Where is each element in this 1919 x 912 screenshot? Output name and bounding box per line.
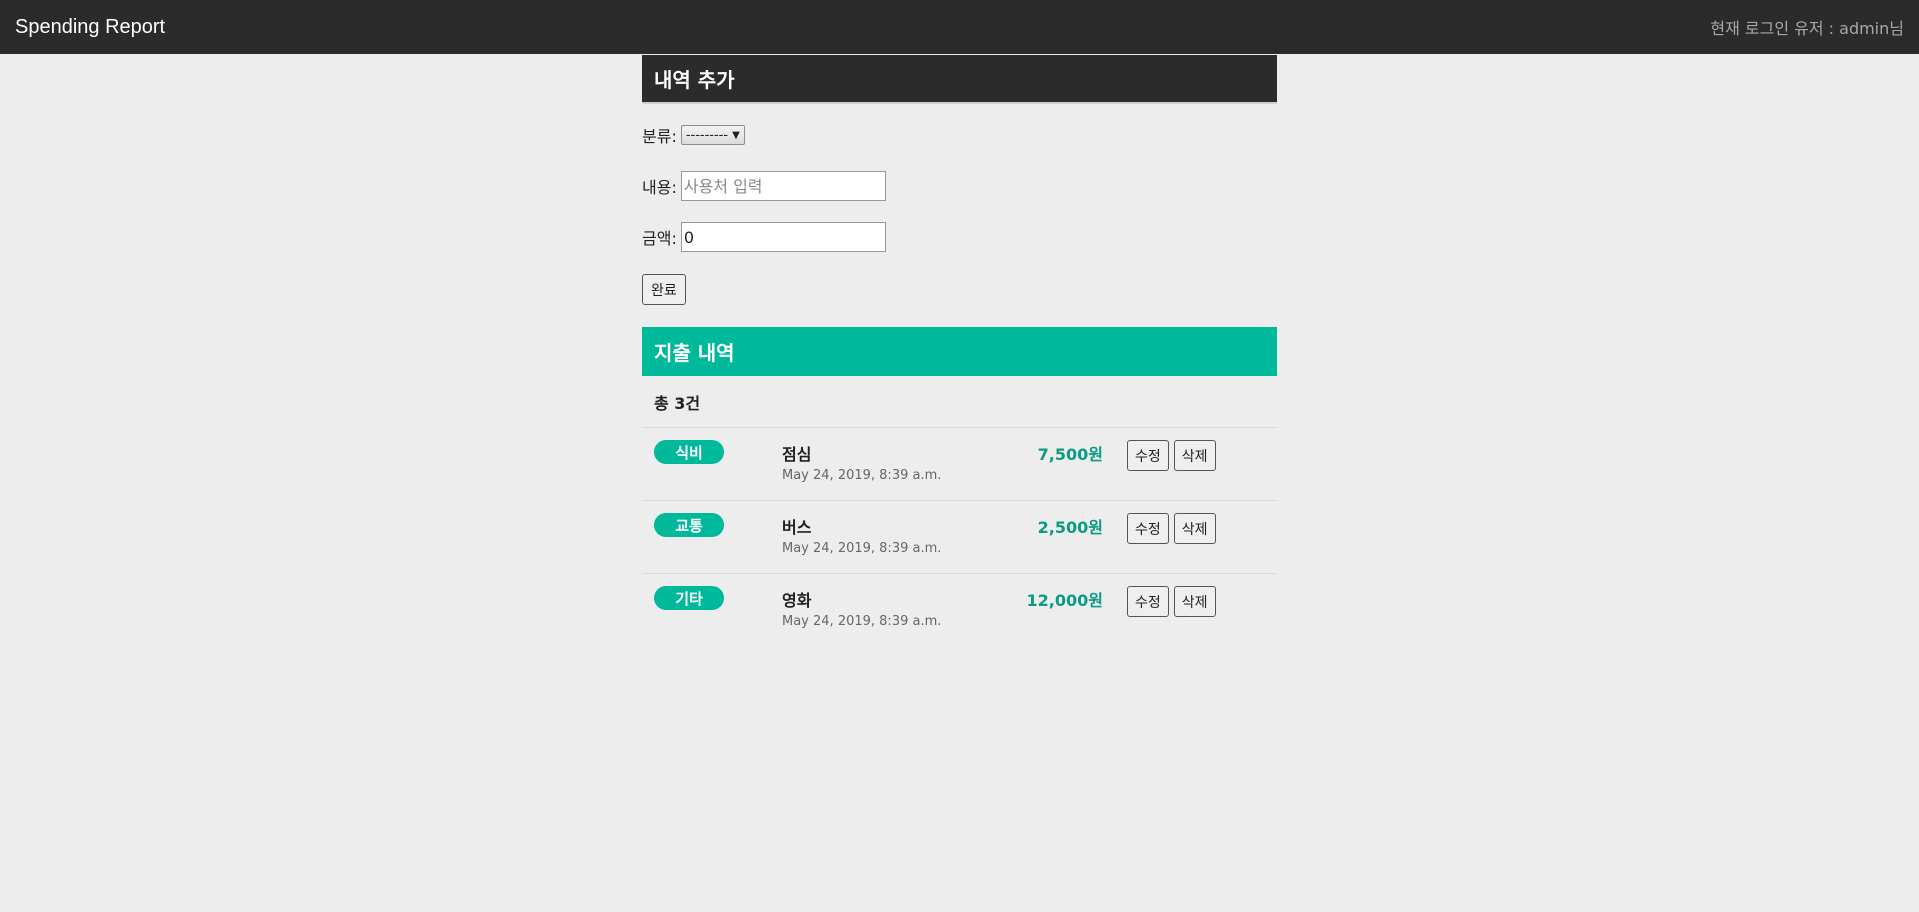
submit-button[interactable]: 완료 <box>642 274 686 305</box>
delete-button[interactable]: 삭제 <box>1173 586 1216 617</box>
list-item: 교통 버스 May 24, 2019, 8:39 a.m. 2,500원 수정 … <box>642 501 1277 574</box>
total-count: 총 3건 <box>642 376 1277 428</box>
list-item: 기타 영화 May 24, 2019, 8:39 a.m. 12,000원 수정… <box>642 574 1277 646</box>
top-nav-bar: Spending Report 현재 로그인 유저 : admin님 <box>0 0 1919 54</box>
category-badge: 기타 <box>654 586 724 610</box>
content-label: 내용: <box>642 178 677 197</box>
edit-button[interactable]: 수정 <box>1127 513 1169 544</box>
item-name: 버스 <box>782 518 812 537</box>
spending-list-section: 지출 내역 총 3건 식비 점심 May 24, 2019, 8:39 a.m.… <box>642 327 1277 646</box>
item-amount: 7,500원 <box>1037 445 1103 464</box>
brand-title[interactable]: Spending Report <box>15 16 165 39</box>
content-row: 내용: <box>642 171 1277 201</box>
item-date: May 24, 2019, 8:39 a.m. <box>782 468 942 483</box>
category-row: 분류: --------- ▼ <box>642 120 1277 150</box>
spending-list-title: 지출 내역 <box>654 341 735 365</box>
edit-button[interactable]: 수정 <box>1127 586 1169 617</box>
item-actions: 수정 삭제 <box>1127 586 1216 617</box>
delete-button[interactable]: 삭제 <box>1173 513 1216 544</box>
amount-row: 금액: <box>642 222 1277 252</box>
add-entry-title: 내역 추가 <box>654 68 735 92</box>
spending-list-header: 지출 내역 <box>642 327 1277 376</box>
category-select[interactable]: --------- ▼ <box>680 125 745 145</box>
item-date: May 24, 2019, 8:39 a.m. <box>782 541 942 556</box>
item-actions: 수정 삭제 <box>1127 440 1216 471</box>
edit-button[interactable]: 수정 <box>1127 440 1169 471</box>
current-user-info: 현재 로그인 유저 : admin님 <box>1710 19 1904 38</box>
amount-label: 금액: <box>642 229 677 248</box>
main-content: 내역 추가 분류: --------- ▼ 내용: 금액: 완료 지출 내역 총… <box>642 55 1277 646</box>
amount-input[interactable] <box>680 222 886 252</box>
category-badge: 식비 <box>654 440 724 464</box>
item-name: 영화 <box>782 591 812 610</box>
category-selected-value: --------- <box>685 127 729 143</box>
delete-button[interactable]: 삭제 <box>1173 440 1216 471</box>
chevron-down-icon: ▼ <box>732 129 740 141</box>
item-actions: 수정 삭제 <box>1127 513 1216 544</box>
content-input[interactable] <box>680 171 886 201</box>
list-item: 식비 점심 May 24, 2019, 8:39 a.m. 7,500원 수정 … <box>642 428 1277 501</box>
item-amount: 2,500원 <box>1037 518 1103 537</box>
item-date: May 24, 2019, 8:39 a.m. <box>782 614 942 629</box>
category-label: 분류: <box>642 127 677 146</box>
add-entry-header: 내역 추가 <box>642 55 1277 104</box>
category-badge: 교통 <box>654 513 724 537</box>
item-name: 점심 <box>782 445 812 464</box>
add-entry-section: 내역 추가 분류: --------- ▼ 내용: 금액: 완료 <box>642 55 1277 305</box>
item-amount: 12,000원 <box>1026 591 1103 610</box>
